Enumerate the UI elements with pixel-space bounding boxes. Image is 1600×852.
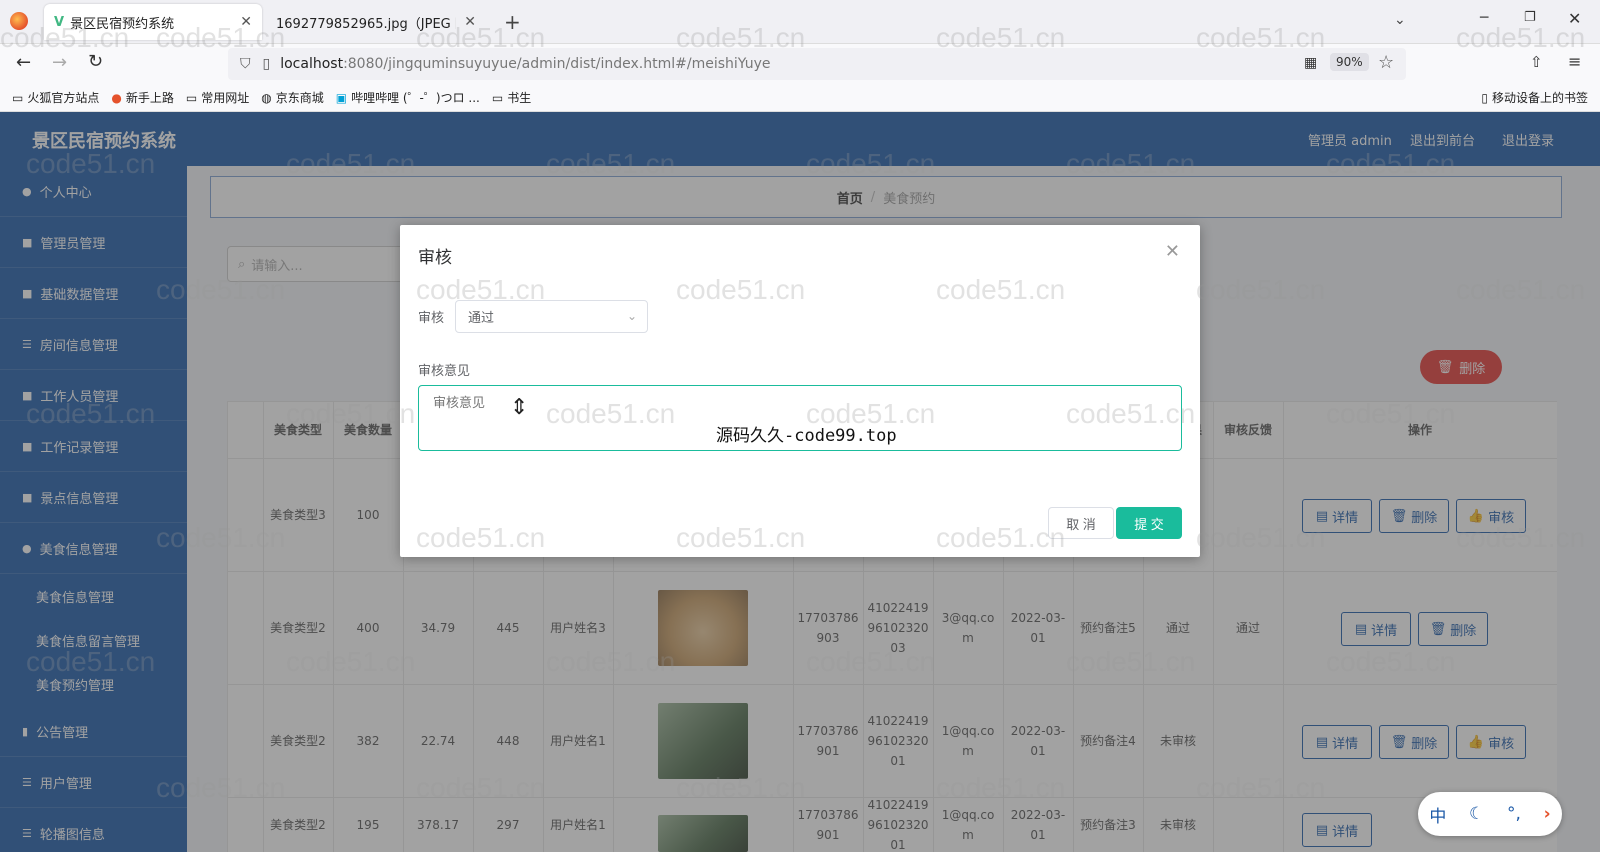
bookmark-item[interactable]: ▣ 哔哩哔哩 (゜-゜)つロ ... [336, 89, 480, 106]
chevron-down-icon: ⌄ [626, 309, 637, 323]
url-host: localhost [280, 56, 344, 72]
bookmark-item[interactable]: ▭ 火狐官方站点 [12, 89, 99, 106]
reload-icon[interactable]: ↻ [88, 51, 103, 72]
dialog-title: 审核 [418, 248, 452, 268]
star-icon[interactable]: ☆ [1378, 52, 1394, 73]
submit-button[interactable]: 提 交 [1116, 507, 1182, 539]
folder-icon: ▭ [491, 90, 504, 105]
cancel-button[interactable]: 取 消 [1048, 507, 1114, 539]
tab-title: 1692779852965.jpg（JPEG 图像... [276, 16, 456, 32]
bookmark-item[interactable]: ◍ 京东商城 [261, 89, 324, 106]
punctuation-icon[interactable]: °, [1507, 804, 1521, 824]
restore-icon[interactable]: ❐ [1524, 10, 1536, 25]
extensions-icon[interactable]: ⇧ [1530, 53, 1543, 71]
back-icon[interactable]: ← [16, 52, 31, 73]
mobile-bookmarks[interactable]: ▯ 移动设备上的书签 [1481, 89, 1588, 106]
qr-icon[interactable]: ▦ [1304, 55, 1317, 71]
bookmark-item[interactable]: ● 新手上路 [111, 89, 174, 106]
moon-icon[interactable]: ☾ [1469, 804, 1484, 824]
bookmark-item[interactable]: ▭ 书生 [492, 89, 531, 106]
folder-icon: ▭ [12, 90, 24, 105]
new-tab-icon[interactable]: + [504, 10, 521, 34]
page-icon: ▯ [262, 56, 271, 72]
url-path: :8080/jingquminsuyuyue/admin/dist/index.… [343, 56, 771, 72]
ime-lang[interactable]: 中 [1429, 802, 1446, 827]
firefox-icon[interactable] [10, 12, 28, 30]
tab-title: 景区民宿预约系统 [70, 16, 175, 32]
menu-icon[interactable]: ≡ [1568, 52, 1581, 71]
url-bar[interactable]: ⛉ ▯ localhost :8080/jingquminsuyuyue/adm… [228, 48, 1406, 80]
arrow-right-icon[interactable]: › [1544, 804, 1551, 824]
review-select[interactable]: 通过 ⌄ [455, 300, 648, 333]
chevron-down-icon[interactable]: ⌄ [1394, 12, 1406, 28]
close-icon[interactable]: ✕ [240, 14, 252, 30]
browser-tab-bar: V 景区民宿预约系统 ✕ 1692779852965.jpg（JPEG 图像..… [0, 0, 1600, 44]
close-icon[interactable]: ✕ [1165, 241, 1180, 262]
bookmark-item[interactable]: ▭ 常用网址 [186, 89, 249, 106]
ime-toolbar[interactable]: 中 ☾ °, › [1418, 792, 1562, 836]
vue-icon: V [54, 14, 65, 30]
close-window-icon[interactable]: ✕ [1568, 9, 1581, 28]
firefox-small-icon: ● [111, 90, 122, 105]
review-dialog: 审核 ✕ 审核 通过 ⌄ 审核意见 ⇕ 源码久久-code99.top 取 消 … [400, 225, 1200, 557]
bilibili-icon: ▣ [335, 90, 348, 105]
bookmarks-bar: ▭ 火狐官方站点 ● 新手上路 ▭ 常用网址 ◍ 京东商城 ▣ 哔哩哔哩 (゜-゜)つロ … [0, 84, 1600, 112]
overlay-watermark-text: 源码久久-code99.top [716, 426, 897, 446]
tab-image[interactable]: 1692779852965.jpg（JPEG 图像... ✕ [266, 4, 486, 40]
minimize-icon[interactable]: ─ [1480, 10, 1488, 26]
zoom-level[interactable]: 90% [1330, 53, 1369, 71]
folder-icon: ▭ [185, 90, 198, 105]
close-icon[interactable]: ✕ [464, 14, 476, 30]
review-select-value: 通过 [468, 311, 495, 326]
tab-active[interactable]: V 景区民宿预约系统 ✕ [44, 4, 262, 40]
opinion-label: 审核意见 [418, 364, 471, 379]
globe-icon: ◍ [261, 90, 272, 105]
review-label: 审核 [418, 311, 445, 326]
shield-icon: ⛉ [240, 56, 251, 72]
browser-nav-bar: ← → ↻ ⛉ ▯ localhost :8080/jingquminsuyuy… [0, 44, 1600, 84]
mobile-icon: ▯ [1481, 90, 1488, 105]
forward-icon[interactable]: → [52, 52, 67, 73]
text-cursor-icon: ⇕ [510, 395, 529, 420]
